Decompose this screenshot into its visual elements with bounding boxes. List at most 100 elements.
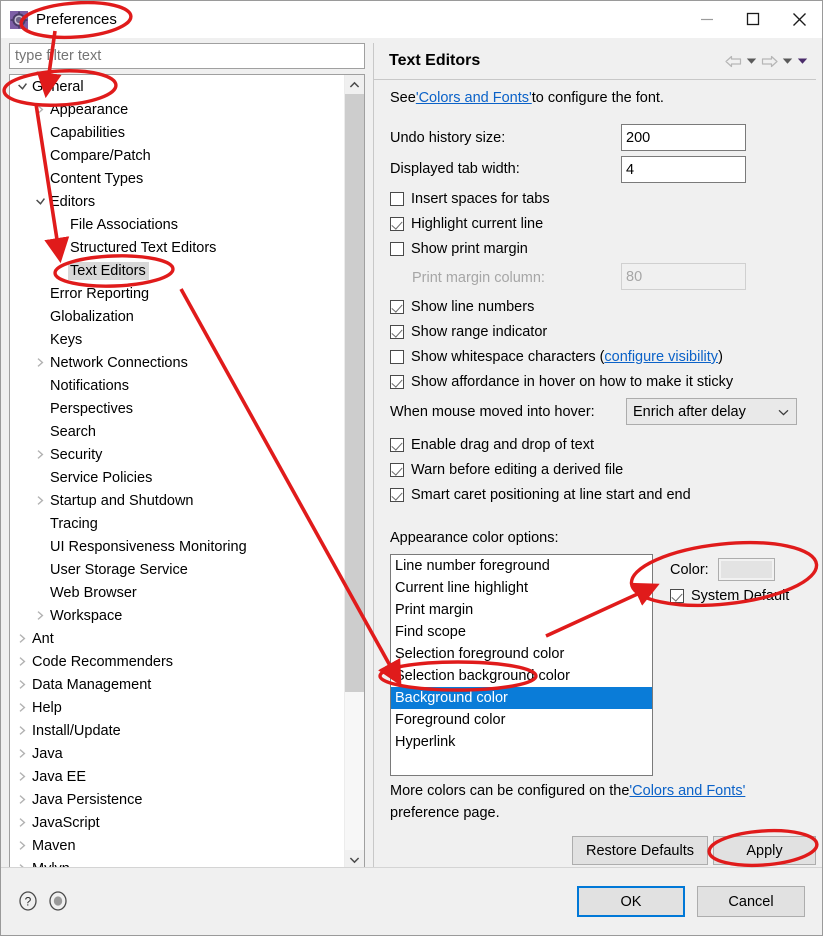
tree-item-web-browser[interactable]: Web Browser [10,581,346,604]
tree-item-java-persistence[interactable]: Java Persistence [10,788,346,811]
configure-visibility-link[interactable]: configure visibility [604,349,718,365]
cancel-button[interactable]: Cancel [697,886,805,917]
tree-item-javascript[interactable]: JavaScript [10,811,346,834]
tree-item-code-recommenders[interactable]: Code Recommenders [10,650,346,673]
view-menu-chevron-down-icon[interactable] [797,57,808,65]
checkbox-box[interactable] [390,350,404,364]
tree-item-install-update[interactable]: Install/Update [10,719,346,742]
maximize-button[interactable] [730,1,776,37]
preference-tree[interactable]: General Appearance Capabilities Compare/Pat… [9,74,365,870]
chevron-right-icon[interactable] [14,627,30,650]
checkbox-smart-caret-positioning[interactable]: Smart caret positioning at line start an… [390,487,691,503]
checkbox-box[interactable] [390,438,404,452]
chevron-right-icon[interactable] [32,489,48,512]
checkbox-show-range-indicator[interactable]: Show range indicator [390,324,547,340]
tree-item-java[interactable]: Java [10,742,346,765]
color-swatch-button[interactable] [717,558,775,581]
question-mark-icon[interactable]: ? [17,890,39,917]
checkbox-box[interactable] [390,300,404,314]
minimize-button[interactable] [684,1,730,37]
checkbox-show-line-numbers[interactable]: Show line numbers [390,299,534,315]
forward-history-chevron-down-icon[interactable] [782,57,793,65]
back-arrow-icon[interactable] [725,54,742,69]
chevron-right-icon[interactable] [32,604,48,627]
color-option-item[interactable]: Selection background color [391,665,652,687]
checkbox-enable-drag-and-drop[interactable]: Enable drag and drop of text [390,437,594,453]
chevron-down-icon[interactable] [32,190,48,213]
chevron-right-icon[interactable] [32,98,48,121]
chevron-right-icon[interactable] [14,788,30,811]
scroll-up-button[interactable] [345,75,364,94]
undo-history-input[interactable] [621,124,746,151]
tree-item-java-ee[interactable]: Java EE [10,765,346,788]
checkbox-box[interactable] [390,242,404,256]
tree-item-error-reporting[interactable]: Error Reporting [10,282,346,305]
tree-item-service-policies[interactable]: Service Policies [10,466,346,489]
tree-item-help[interactable]: Help [10,696,346,719]
tree-item-workspace[interactable]: Workspace [10,604,346,627]
tree-scrollbar[interactable] [344,75,364,869]
tree-item-editors[interactable]: Editors [10,190,346,213]
colors-and-fonts-link-bottom[interactable]: 'Colors and Fonts' [629,783,745,799]
color-option-item[interactable]: Line number foreground [391,555,652,577]
color-option-item[interactable]: Find scope [391,621,652,643]
checkbox-show-whitespace-characters[interactable]: Show whitespace characters (configure vi… [390,349,723,365]
tree-item-capabilities[interactable]: Capabilities [10,121,346,144]
tree-item-tracing[interactable]: Tracing [10,512,346,535]
print-margin-column-input[interactable] [621,263,746,290]
checkbox-box[interactable] [390,192,404,206]
tree-item-ant[interactable]: Ant [10,627,346,650]
ok-button[interactable]: OK [577,886,685,917]
tree-item-ui-responsiveness-monitoring[interactable]: UI Responsiveness Monitoring [10,535,346,558]
tree-item-startup-and-shutdown[interactable]: Startup and Shutdown [10,489,346,512]
tab-width-input[interactable] [621,156,746,183]
hover-mode-select[interactable]: Enrich after delay [626,398,797,425]
checkbox-insert-spaces-for-tabs[interactable]: Insert spaces for tabs [390,191,550,207]
checkbox-system-default[interactable]: System Default [670,588,789,604]
chevron-right-icon[interactable] [14,834,30,857]
checkbox-show-affordance-in-hover[interactable]: Show affordance in hover on how to make … [390,374,733,390]
color-option-item[interactable]: Selection foreground color [391,643,652,665]
chevron-down-icon[interactable] [14,75,30,98]
forward-arrow-icon[interactable] [761,54,778,69]
restore-defaults-button[interactable]: Restore Defaults [572,836,708,865]
color-option-item[interactable]: Foreground color [391,709,652,731]
color-option-item[interactable]: Current line highlight [391,577,652,599]
tree-item-maven[interactable]: Maven [10,834,346,857]
colors-and-fonts-link-top[interactable]: 'Colors and Fonts' [416,90,532,106]
checkbox-show-print-margin[interactable]: Show print margin [390,241,528,257]
tree-item-text-editors[interactable]: Text Editors [10,259,346,282]
tree-item-data-management[interactable]: Data Management [10,673,346,696]
chevron-right-icon[interactable] [32,443,48,466]
color-option-item[interactable]: Hyperlink [391,731,652,753]
tree-item-globalization[interactable]: Globalization [10,305,346,328]
tree-item-appearance[interactable]: Appearance [10,98,346,121]
chevron-right-icon[interactable] [14,742,30,765]
checkbox-box[interactable] [390,375,404,389]
checkbox-highlight-current-line[interactable]: Highlight current line [390,216,543,232]
circle-icon[interactable] [47,890,69,917]
tree-item-content-types[interactable]: Content Types [10,167,346,190]
checkbox-box[interactable] [390,488,404,502]
tree-item-general[interactable]: General [10,75,346,98]
tree-item-security[interactable]: Security [10,443,346,466]
filter-input[interactable] [9,43,365,69]
apply-button[interactable]: Apply [713,836,816,865]
appearance-color-options-list[interactable]: Line number foreground Current line highl… [390,554,653,776]
close-button[interactable] [776,1,822,37]
chevron-right-icon[interactable] [14,650,30,673]
color-option-item[interactable]: Background color [391,687,652,709]
tree-item-user-storage-service[interactable]: User Storage Service [10,558,346,581]
checkbox-box[interactable] [390,217,404,231]
chevron-right-icon[interactable] [52,236,68,259]
tree-item-keys[interactable]: Keys [10,328,346,351]
tree-item-compare-patch[interactable]: Compare/Patch [10,144,346,167]
checkbox-box[interactable] [390,325,404,339]
tree-item-search[interactable]: Search [10,420,346,443]
tree-item-perspectives[interactable]: Perspectives [10,397,346,420]
chevron-right-icon[interactable] [14,719,30,742]
tree-item-structured-text-editors[interactable]: Structured Text Editors [10,236,346,259]
chevron-right-icon[interactable] [32,351,48,374]
chevron-right-icon[interactable] [14,673,30,696]
color-option-item[interactable]: Print margin [391,599,652,621]
